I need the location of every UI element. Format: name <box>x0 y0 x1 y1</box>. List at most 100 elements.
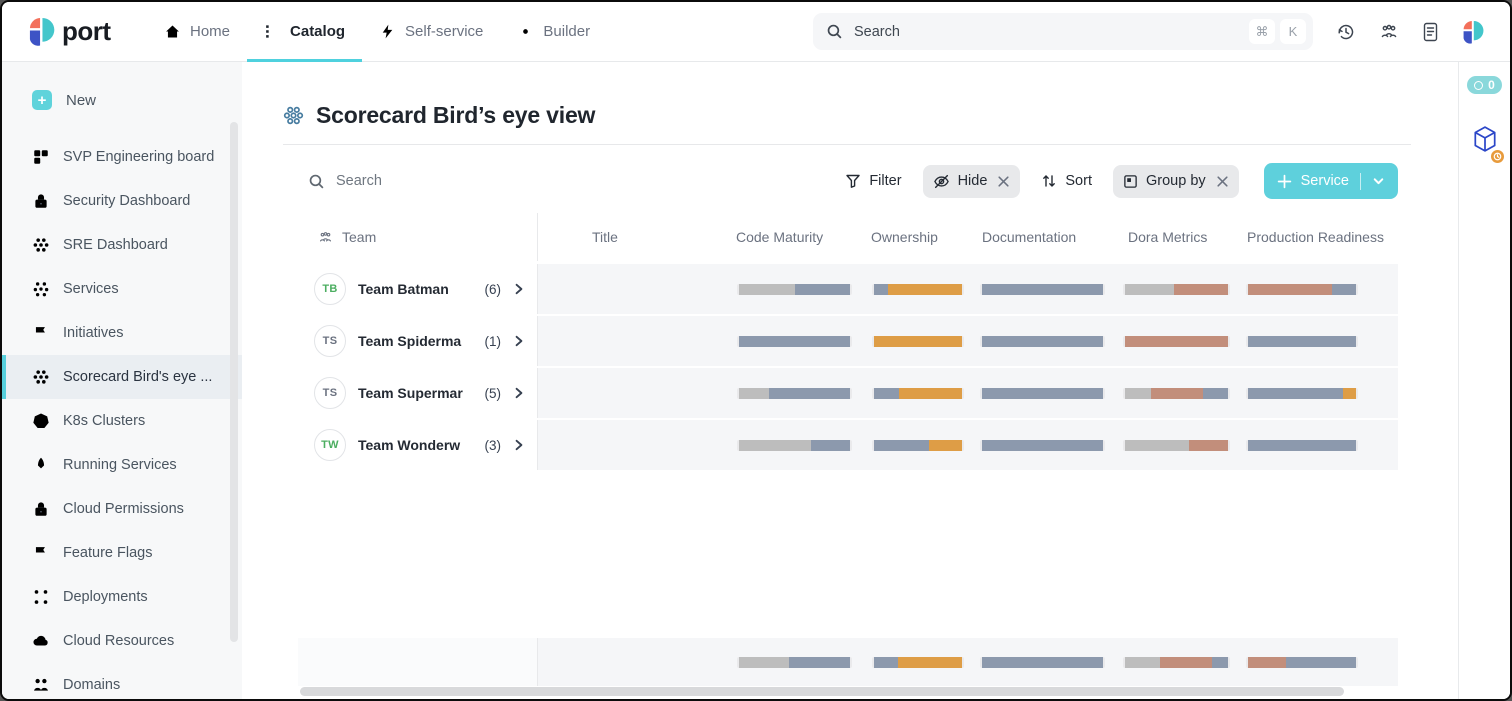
chevron-right-icon[interactable] <box>513 335 525 347</box>
tab-label: Catalog <box>290 23 345 40</box>
score-bar[interactable] <box>872 336 964 347</box>
sidebar-item-label: Running Services <box>63 457 177 473</box>
score-bar[interactable] <box>872 388 964 399</box>
table-search-input[interactable]: Search <box>298 173 845 190</box>
new-button[interactable]: + New <box>2 82 242 118</box>
catalog-icon <box>264 23 281 40</box>
sidebar-item-running-services[interactable]: Running Services <box>2 443 242 487</box>
score-bar[interactable] <box>1246 284 1358 295</box>
blueprint-cube-icon[interactable] <box>1472 125 1498 158</box>
tab-builder[interactable]: Builder <box>500 2 607 62</box>
sidebar-item-deployments[interactable]: Deployments <box>2 575 242 619</box>
global-search-input[interactable]: Search ⌘ K <box>813 13 1313 50</box>
sidebar-item-label: Domains <box>63 677 120 693</box>
column-header-ownership[interactable]: Ownership <box>858 213 968 261</box>
score-bar[interactable] <box>980 388 1105 399</box>
score-bar[interactable] <box>1123 657 1230 668</box>
table-row[interactable]: TWTeam Wonderw(3) <box>298 420 1398 470</box>
k8s-icon <box>32 412 50 430</box>
score-bar[interactable] <box>1246 388 1358 399</box>
score-bar[interactable] <box>1246 440 1358 451</box>
lock-icon <box>32 192 50 210</box>
score-bar[interactable] <box>737 336 852 347</box>
sidebar-item-cloud-resources[interactable]: Cloud Resources <box>2 619 242 663</box>
score-bar[interactable] <box>1123 284 1230 295</box>
tab-catalog[interactable]: Catalog <box>247 2 362 62</box>
members-icon[interactable] <box>1379 22 1399 42</box>
sidebar-item-security-dashboard[interactable]: Security Dashboard <box>2 179 242 223</box>
score-cell-code-maturity <box>732 368 858 418</box>
close-icon[interactable] <box>997 175 1010 188</box>
score-bar[interactable] <box>1123 440 1230 451</box>
team-cell[interactable]: TSTeam Spiderma(1) <box>298 316 538 366</box>
team-cell[interactable]: TBTeam Batman(6) <box>298 264 538 314</box>
filter-button[interactable]: Filter <box>845 173 901 189</box>
sidebar-item-svp-engineering-board[interactable]: SVP Engineering board <box>2 135 242 179</box>
table-body: TBTeam Batman(6)TSTeam Spiderma(1)TSTeam… <box>298 264 1398 470</box>
hide-chip[interactable]: Hide <box>923 165 1021 198</box>
team-cell[interactable]: TSTeam Supermar(5) <box>298 368 538 418</box>
toolbar-actions: Filter Hide <box>845 163 1398 199</box>
docs-icon[interactable] <box>1422 22 1439 42</box>
tab-label: Builder <box>543 23 590 40</box>
group-by-label: Group by <box>1146 173 1206 189</box>
table-row[interactable]: TSTeam Supermar(5) <box>298 368 1398 418</box>
sidebar-item-services[interactable]: Services <box>2 267 242 311</box>
score-bar[interactable] <box>737 284 852 295</box>
horizontal-scrollbar[interactable] <box>300 687 1344 696</box>
column-header-documentation[interactable]: Documentation <box>968 213 1114 261</box>
sidebar-item-domains[interactable]: Domains <box>2 663 242 699</box>
score-cell-dora-metrics <box>1114 420 1238 470</box>
score-bar[interactable] <box>1123 388 1230 399</box>
score-bar[interactable] <box>1123 336 1230 347</box>
score-bar[interactable] <box>1246 336 1358 347</box>
tab-home[interactable]: Home <box>147 2 247 62</box>
bar-segment <box>795 284 851 295</box>
table-row[interactable]: TBTeam Batman(6) <box>298 264 1398 314</box>
button-divider <box>1360 173 1361 190</box>
chevron-down-icon[interactable] <box>1372 175 1385 188</box>
bar-segment <box>874 657 898 668</box>
tab-self-service[interactable]: Self-service <box>362 2 500 62</box>
notifications-badge[interactable]: 0 <box>1467 76 1502 94</box>
column-header-dora-metrics[interactable]: Dora Metrics <box>1114 213 1238 261</box>
sidebar-item-k8s-clusters[interactable]: K8s Clusters <box>2 399 242 443</box>
sort-button[interactable]: Sort <box>1041 173 1092 189</box>
title-cell <box>538 316 732 366</box>
score-bar[interactable] <box>1246 657 1358 668</box>
chevron-right-icon[interactable] <box>513 439 525 451</box>
score-bar[interactable] <box>737 440 852 451</box>
column-header-team[interactable]: Team <box>298 213 538 261</box>
team-cell[interactable]: TWTeam Wonderw(3) <box>298 420 538 470</box>
chevron-right-icon[interactable] <box>513 283 525 295</box>
lightning-icon <box>379 23 396 40</box>
column-header-production-readiness[interactable]: Production Readiness <box>1238 213 1398 261</box>
group-by-chip[interactable]: Group by <box>1113 165 1239 198</box>
port-logo[interactable]: port <box>2 16 147 47</box>
new-button-label: New <box>66 92 96 109</box>
score-bar[interactable] <box>980 336 1105 347</box>
score-bar[interactable] <box>872 440 964 451</box>
sidebar-item-cloud-permissions[interactable]: Cloud Permissions <box>2 487 242 531</box>
score-bar[interactable] <box>980 284 1105 295</box>
score-bar[interactable] <box>872 657 964 668</box>
column-header-code-maturity[interactable]: Code Maturity <box>732 213 858 261</box>
add-service-button[interactable]: Service <box>1264 163 1398 199</box>
port-account-icon[interactable] <box>1462 19 1484 45</box>
sidebar-item-scorecard-bird-s-eye[interactable]: Scorecard Bird's eye ... <box>2 355 242 399</box>
column-header-title[interactable]: Title <box>538 213 732 261</box>
sidebar-item-feature-flags[interactable]: Feature Flags <box>2 531 242 575</box>
history-icon[interactable] <box>1336 22 1356 42</box>
sidebar-scrollbar[interactable] <box>230 122 238 642</box>
sidebar-item-initiatives[interactable]: Initiatives <box>2 311 242 355</box>
score-bar[interactable] <box>872 284 964 295</box>
chevron-right-icon[interactable] <box>513 387 525 399</box>
score-bar[interactable] <box>737 388 852 399</box>
score-bar[interactable] <box>737 657 852 668</box>
score-bar[interactable] <box>980 657 1105 668</box>
table-row[interactable]: TSTeam Spiderma(1) <box>298 316 1398 366</box>
score-bar[interactable] <box>980 440 1105 451</box>
close-icon[interactable] <box>1216 175 1229 188</box>
header-divider <box>283 144 1411 145</box>
sidebar-item-sre-dashboard[interactable]: SRE Dashboard <box>2 223 242 267</box>
